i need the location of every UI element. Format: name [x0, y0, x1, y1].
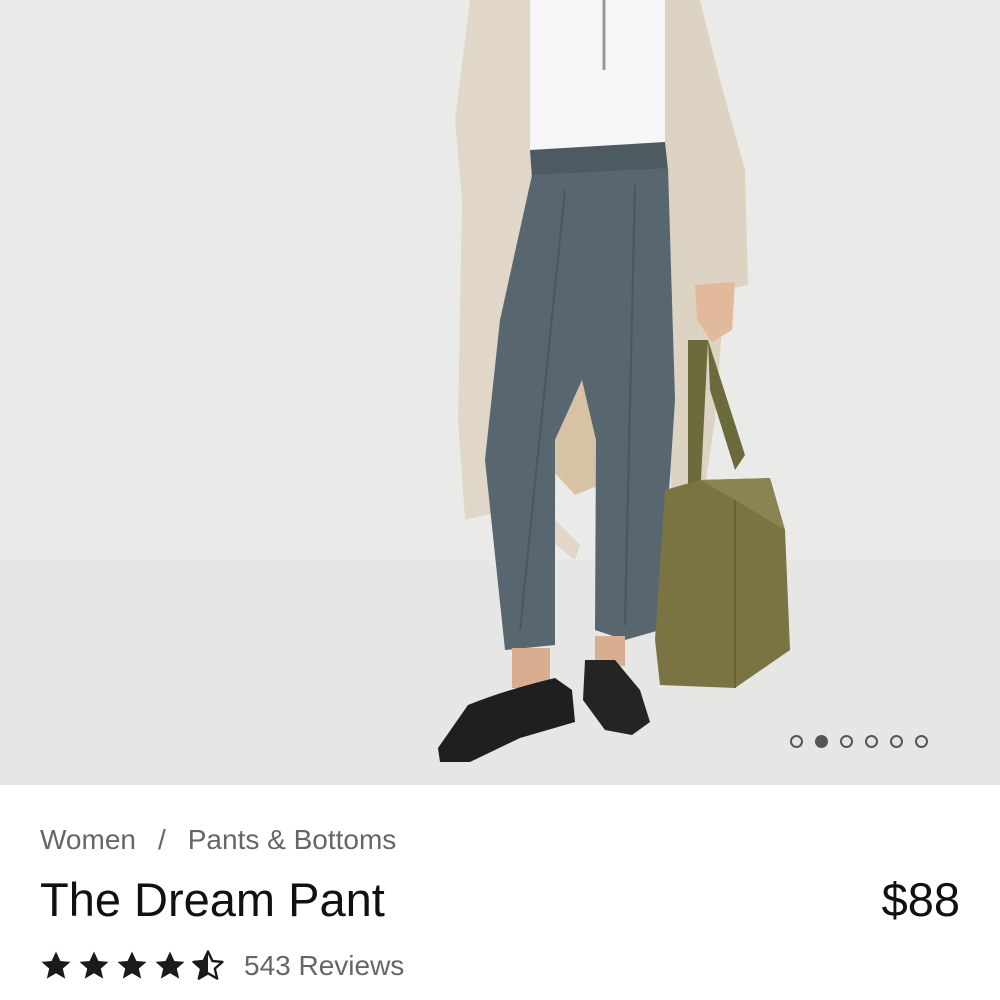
star-full-icon [116, 950, 148, 982]
product-rating[interactable]: 543 Reviews [40, 950, 404, 982]
breadcrumb: Women / Pants & Bottoms [40, 824, 396, 856]
star-full-icon [40, 950, 72, 982]
breadcrumb-item-women[interactable]: Women [40, 824, 136, 856]
carousel-dot-4[interactable] [865, 734, 878, 748]
carousel-dot-2[interactable] [815, 734, 828, 748]
product-title: The Dream Pant [40, 873, 385, 926]
reviews-link[interactable]: 543 Reviews [244, 950, 404, 982]
product-image[interactable] [0, 0, 1000, 785]
star-full-icon [154, 950, 186, 982]
star-full-icon [78, 950, 110, 982]
carousel-indicators[interactable] [790, 733, 928, 749]
breadcrumb-item-pants-bottoms[interactable]: Pants & Bottoms [188, 824, 397, 856]
product-photo [0, 0, 1000, 785]
breadcrumb-separator: / [157, 824, 166, 855]
star-half-icon [192, 950, 224, 982]
carousel-dot-3[interactable] [840, 734, 853, 748]
carousel-dot-5[interactable] [890, 734, 903, 748]
carousel-dot-1[interactable] [790, 734, 803, 748]
carousel-dot-6[interactable] [915, 734, 928, 748]
product-price: $88 [881, 873, 960, 926]
star-rating [40, 950, 224, 982]
